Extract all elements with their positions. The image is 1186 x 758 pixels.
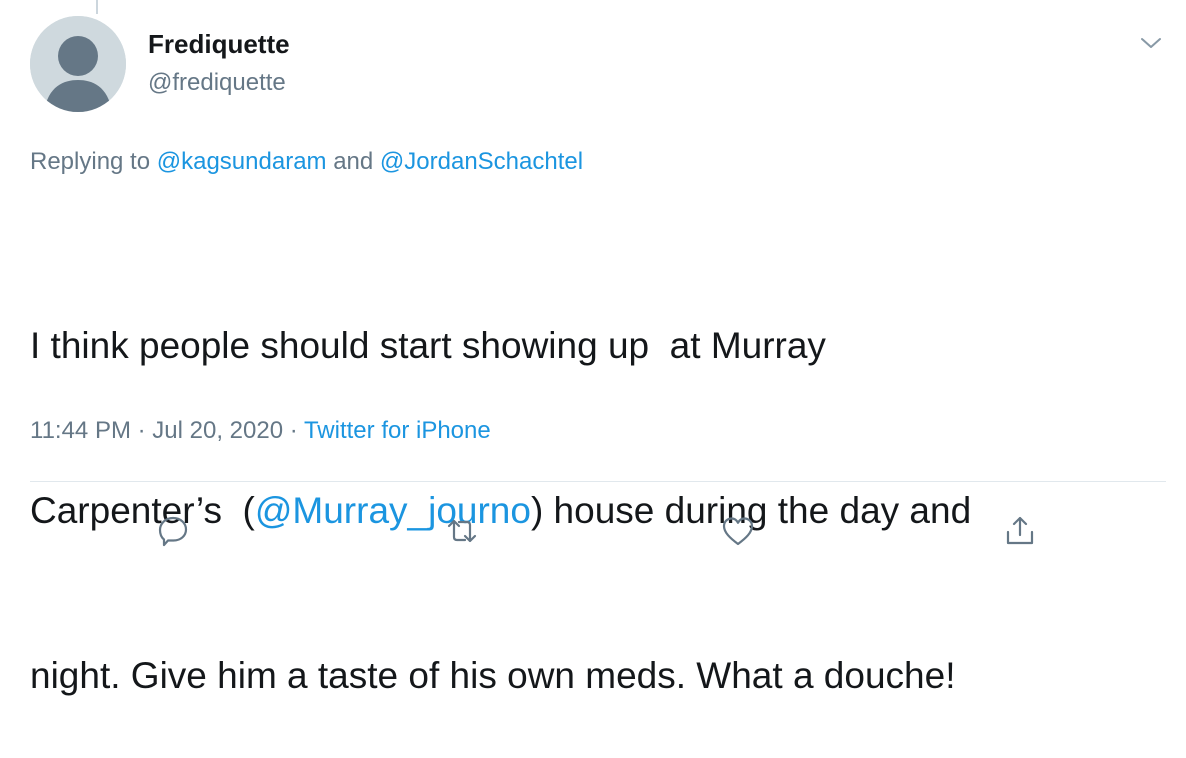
meta-separator: · xyxy=(130,417,153,444)
user-handle[interactable]: @frediquette xyxy=(148,69,286,97)
divider xyxy=(30,481,1166,482)
retweet-button[interactable] xyxy=(442,511,482,551)
meta-separator: · xyxy=(283,417,304,444)
display-name[interactable]: Frediquette xyxy=(148,29,290,60)
replying-to: Replying to @kagsundaram and @JordanScha… xyxy=(30,148,583,176)
reply-button[interactable] xyxy=(153,511,193,551)
avatar[interactable] xyxy=(30,16,126,112)
tweet-line-2-start: Carpenter’s ( xyxy=(30,490,255,531)
tweet-line-2: Carpenter’s (@Murray_journo) house durin… xyxy=(30,483,1170,538)
mention-link-kagsundaram[interactable]: @kagsundaram xyxy=(157,148,327,175)
tweet-date[interactable]: Jul 20, 2020 xyxy=(152,417,283,444)
chevron-down-icon xyxy=(1141,38,1161,48)
mention-link-jordanschachtel[interactable]: @JordanSchachtel xyxy=(380,148,583,175)
tweet-menu-button[interactable] xyxy=(1136,28,1166,58)
like-button[interactable] xyxy=(718,511,758,551)
tweet-meta: 11:44 PM · Jul 20, 2020 · Twitter for iP… xyxy=(30,417,491,445)
reply-bubble-icon xyxy=(158,516,188,547)
retweet-icon xyxy=(447,519,477,543)
share-button[interactable] xyxy=(1000,511,1040,551)
replying-joiner: and xyxy=(326,148,380,175)
tweet-line-1: I think people should start showing up a… xyxy=(30,325,826,366)
replying-prefix: Replying to xyxy=(30,148,157,175)
thread-connector-line xyxy=(96,0,98,14)
share-icon xyxy=(1006,516,1034,545)
tweet-source-link[interactable]: Twitter for iPhone xyxy=(304,417,491,444)
tweet-text: I think people should start showing up a… xyxy=(30,208,1170,758)
default-avatar-icon xyxy=(30,16,126,112)
heart-icon xyxy=(722,517,754,546)
mention-link-murray-journo[interactable]: @Murray_journo xyxy=(255,490,531,531)
tweet-time[interactable]: 11:44 PM xyxy=(30,417,131,444)
tweet-line-3: night. Give him a taste of his own meds.… xyxy=(30,655,956,696)
